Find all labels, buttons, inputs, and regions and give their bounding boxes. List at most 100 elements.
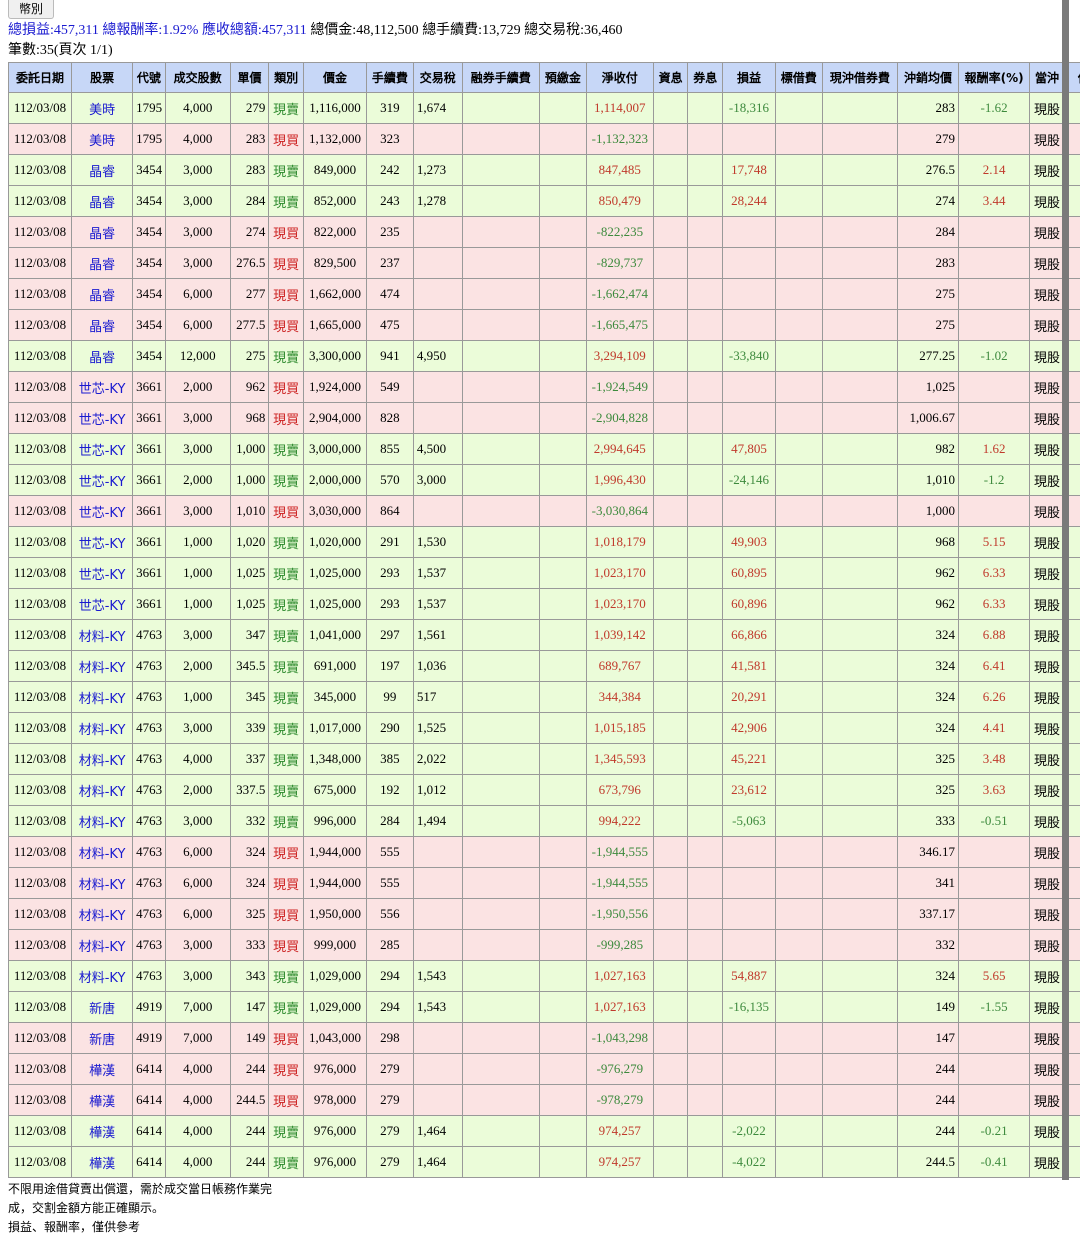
cell-type: 現買 — [268, 216, 304, 248]
table-row[interactable]: 112/03/08 材料-KY 4763 3,000 339 現賣 1,017,000 290… — [8, 712, 1080, 744]
table-row[interactable]: 112/03/08 材料-KY 4763 6,000 325 現買 1,950,000 556… — [8, 898, 1080, 930]
cell-code: 3454 — [132, 154, 166, 186]
table-row[interactable]: 112/03/08 美時 1795 4,000 283 現買 1,132,000 323 -1,… — [8, 123, 1080, 155]
table-row[interactable]: 112/03/08 美時 1795 4,000 279 現賣 1,116,000 319 1,6… — [8, 92, 1080, 124]
cell-stock[interactable]: 世芯-KY — [71, 526, 134, 558]
table-row[interactable]: 112/03/08 晶睿 3454 12,000 275 現賣 3,300,000 941 4,… — [8, 340, 1080, 372]
cell-short-fee — [461, 526, 540, 558]
table-row[interactable]: 112/03/08 新唐 4919 7,000 147 現賣 1,029,000 294 1,5… — [8, 991, 1080, 1023]
cell-stock[interactable]: 美時 — [71, 92, 134, 124]
cell-short-fee — [461, 402, 540, 434]
table-row[interactable]: 112/03/08 晶睿 3454 3,000 276.5 現買 829,500 237 -82… — [8, 247, 1080, 279]
cell-tax — [412, 278, 463, 310]
cell-stock[interactable]: 樺漢 — [71, 1146, 134, 1178]
cell-stock[interactable]: 晶睿 — [71, 216, 134, 248]
table-row[interactable]: 112/03/08 世芯-KY 3661 1,000 1,020 現賣 1,020,000 2… — [8, 526, 1080, 558]
cell-stock[interactable]: 世芯-KY — [71, 402, 134, 434]
cell-stock[interactable]: 材料-KY — [71, 681, 134, 713]
table-row[interactable]: 112/03/08 世芯-KY 3661 3,000 968 現買 2,904,000 828… — [8, 402, 1080, 434]
cell-date: 112/03/08 — [8, 1146, 73, 1178]
cell-fee: 555 — [366, 867, 414, 899]
table-row[interactable]: 112/03/08 材料-KY 4763 2,000 337.5 現賣 675,000 192… — [8, 774, 1080, 806]
cell-stock[interactable]: 世芯-KY — [71, 433, 134, 465]
table-row[interactable]: 112/03/08 晶睿 3454 3,000 284 現賣 852,000 243 1,278… — [8, 185, 1080, 217]
cell-date: 112/03/08 — [8, 1053, 73, 1085]
cell-stock[interactable]: 材料-KY — [71, 619, 134, 651]
cell-stock[interactable]: 新唐 — [71, 1022, 134, 1054]
scrollbar[interactable] — [1062, 0, 1069, 1180]
cell-code: 3454 — [132, 278, 166, 310]
cell-stock[interactable]: 材料-KY — [71, 743, 134, 775]
cell-stock[interactable]: 新唐 — [71, 991, 134, 1023]
cell-stock[interactable]: 材料-KY — [71, 929, 134, 961]
currency-button[interactable]: 幣別 — [8, 0, 55, 19]
table-row[interactable]: 112/03/08 晶睿 3454 6,000 277.5 現買 1,665,000 475 -… — [8, 309, 1080, 341]
cell-borrow-fee — [774, 898, 823, 930]
cell-stock[interactable]: 晶睿 — [71, 154, 134, 186]
cell-stock[interactable]: 世芯-KY — [71, 495, 134, 527]
cell-stock[interactable]: 樺漢 — [71, 1053, 134, 1085]
cell-pnl: 45,221 — [722, 743, 776, 775]
cell-borrow-fee — [774, 402, 823, 434]
cell-stock[interactable]: 材料-KY — [71, 712, 134, 744]
table-row[interactable]: 112/03/08 材料-KY 4763 3,000 333 現買 999,000 285 -9… — [8, 929, 1080, 961]
table-row[interactable]: 112/03/08 材料-KY 4763 1,000 345 現賣 345,000 99 517… — [8, 681, 1080, 713]
table-row[interactable]: 112/03/08 材料-KY 4763 6,000 324 現買 1,944,000 555… — [8, 836, 1080, 868]
cell-stock[interactable]: 樺漢 — [71, 1084, 134, 1116]
cell-stock[interactable]: 晶睿 — [71, 278, 134, 310]
cell-price: 968 — [229, 402, 270, 434]
cell-stock[interactable]: 晶睿 — [71, 185, 134, 217]
table-row[interactable]: 112/03/08 樺漢 6414 4,000 244.5 現買 978,000 279 -97… — [8, 1084, 1080, 1116]
summary-bar: 總損益:457,311 總報酬率:1.92% 應收總額:457,311 總價金:… — [8, 21, 1072, 41]
cell-date: 112/03/08 — [8, 309, 73, 341]
cell-daytrade-fee — [821, 371, 898, 403]
cell-stock[interactable]: 世芯-KY — [71, 464, 134, 496]
cell-stock[interactable]: 世芯-KY — [71, 371, 134, 403]
cell-type: 現賣 — [268, 805, 304, 837]
table-row[interactable]: 112/03/08 材料-KY 4763 3,000 332 現賣 996,000 284 1,… — [8, 805, 1080, 837]
cell-stock[interactable]: 材料-KY — [71, 898, 134, 930]
table-row[interactable]: 112/03/08 材料-KY 4763 6,000 324 現買 1,944,000 555… — [8, 867, 1080, 899]
cell-code: 3661 — [132, 495, 166, 527]
table-row[interactable]: 112/03/08 材料-KY 4763 2,000 345.5 現賣 691,000 197… — [8, 650, 1080, 682]
table-row[interactable]: 112/03/08 晶睿 3454 3,000 283 現賣 849,000 242 1,273… — [8, 154, 1080, 186]
cell-stock[interactable]: 世芯-KY — [71, 588, 134, 620]
table-row[interactable]: 112/03/08 世芯-KY 3661 1,000 1,025 現賣 1,025,000 2… — [8, 588, 1080, 620]
cell-short-fee — [461, 867, 540, 899]
table-row[interactable]: 112/03/08 材料-KY 4763 3,000 347 現賣 1,041,000 297… — [8, 619, 1080, 651]
cell-stock[interactable]: 材料-KY — [71, 650, 134, 682]
table-row[interactable]: 112/03/08 世芯-KY 3661 1,000 1,025 現賣 1,025,000 2… — [8, 557, 1080, 589]
table-row[interactable]: 112/03/08 材料-KY 4763 3,000 343 現賣 1,029,000 294… — [8, 960, 1080, 992]
cell-short-fee — [461, 1115, 540, 1147]
table-row[interactable]: 112/03/08 世芯-KY 3661 2,000 1,000 現賣 2,000,000 5… — [8, 464, 1080, 496]
table-row[interactable]: 112/03/08 材料-KY 4763 4,000 337 現賣 1,348,000 385… — [8, 743, 1080, 775]
cell-stock[interactable]: 美時 — [71, 123, 134, 155]
cell-date: 112/03/08 — [8, 960, 73, 992]
table-row[interactable]: 112/03/08 新唐 4919 7,000 149 現買 1,043,000 298 -1,… — [8, 1022, 1080, 1054]
cell-fee: 298 — [366, 1022, 414, 1054]
cell-stock[interactable]: 材料-KY — [71, 805, 134, 837]
cell-stock[interactable]: 材料-KY — [71, 867, 134, 899]
table-row[interactable]: 112/03/08 樺漢 6414 4,000 244 現買 976,000 279 -976,… — [8, 1053, 1080, 1085]
table-row[interactable]: 112/03/08 樺漢 6414 4,000 244 現賣 976,000 279 1,464… — [8, 1115, 1080, 1147]
table-row[interactable]: 112/03/08 晶睿 3454 3,000 274 現買 822,000 235 -822,… — [8, 216, 1080, 248]
cell-stock[interactable]: 晶睿 — [71, 340, 134, 372]
cell-stock[interactable]: 材料-KY — [71, 960, 134, 992]
table-row[interactable]: 112/03/08 世芯-KY 3661 3,000 1,000 現賣 3,000,000 8… — [8, 433, 1080, 465]
table-row[interactable]: 112/03/08 世芯-KY 3661 3,000 1,010 現買 3,030,000 8… — [8, 495, 1080, 527]
cell-qty: 3,000 — [164, 929, 231, 961]
cell-avg-price: 283 — [896, 92, 959, 124]
cell-stock[interactable]: 材料-KY — [71, 774, 134, 806]
cell-stock-type: 現股 — [1029, 836, 1065, 868]
cell-type: 現賣 — [268, 526, 304, 558]
cell-stock[interactable]: 樺漢 — [71, 1115, 134, 1147]
table-row[interactable]: 112/03/08 樺漢 6414 4,000 244 現賣 976,000 279 1,464… — [8, 1146, 1080, 1178]
table-row[interactable]: 112/03/08 晶睿 3454 6,000 277 現買 1,662,000 474 -1,… — [8, 278, 1080, 310]
table-row[interactable]: 112/03/08 世芯-KY 3661 2,000 962 現買 1,924,000 549… — [8, 371, 1080, 403]
cell-stock[interactable]: 晶睿 — [71, 247, 134, 279]
cell-daytrade-fee — [821, 929, 898, 961]
cell-stock[interactable]: 晶睿 — [71, 309, 134, 341]
cell-interest — [652, 278, 689, 310]
cell-stock[interactable]: 世芯-KY — [71, 557, 134, 589]
cell-stock[interactable]: 材料-KY — [71, 836, 134, 868]
